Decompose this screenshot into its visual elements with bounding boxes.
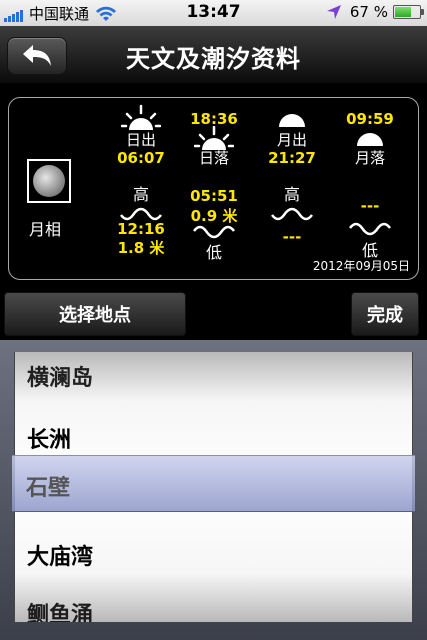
select-location-button[interactable]: 选择地点	[4, 292, 186, 336]
sunset-time: 18:36	[190, 110, 238, 128]
low-tide-2-wave-icon	[349, 222, 391, 236]
high-tide-time: 12:16	[117, 220, 165, 238]
navigation-bar: 天文及潮汐资料	[0, 26, 427, 84]
moonrise-icon	[279, 114, 305, 127]
picker-item[interactable]: 横澜岛	[27, 360, 93, 392]
high-tide-2-wave-icon	[271, 207, 313, 221]
moon-phase-label: 月相	[29, 220, 62, 239]
done-button[interactable]: 完成	[351, 292, 419, 336]
battery-icon	[393, 5, 424, 19]
sunrise-label: 日出	[125, 131, 156, 149]
toolbar: 选择地点 完成	[0, 280, 427, 340]
moonset-icon	[357, 133, 383, 146]
date-label: 2012年09月05日	[312, 259, 410, 273]
moonrise-time: 21:27	[268, 149, 316, 167]
picker-item[interactable]: 鲗鱼涌	[27, 597, 93, 622]
status-bar: 中国联通 13:47 67 %	[0, 0, 427, 26]
location-arrow-icon	[326, 5, 341, 19]
page-title: 天文及潮汐资料	[126, 45, 301, 73]
battery-percent: 67 %	[349, 3, 388, 21]
moonset-time: 09:59	[346, 110, 394, 128]
picker-selected-item[interactable]: 石壁	[26, 470, 70, 502]
sunset-label: 日落	[198, 149, 229, 167]
high-tide-2-label: 高	[283, 185, 300, 204]
high-tide-height: 1.8 米	[117, 239, 165, 257]
sunrise-time: 06:07	[117, 149, 165, 167]
picker-selection-bar[interactable]: 石壁	[12, 455, 415, 512]
picker-item[interactable]: 长洲	[27, 422, 71, 454]
moon-icon	[33, 165, 65, 197]
low-tide-height: 0.9 米	[190, 207, 238, 225]
picker-item[interactable]: 大庙湾	[27, 539, 93, 571]
high-tide-label: 高	[132, 185, 149, 204]
astronomy-tide-panel: 日出 06:07 18:36 日落 月出 21:27 09:59 月落 月相 高…	[8, 97, 419, 280]
low-tide-label: 低	[205, 243, 222, 262]
moonrise-label: 月出	[276, 131, 307, 149]
moon-phase-image	[27, 159, 71, 203]
low-tide-2-time: ---	[360, 197, 380, 215]
high-tide-2-time: ---	[282, 228, 302, 246]
low-tide-time: 05:51	[190, 187, 238, 205]
low-tide-wave-icon	[193, 225, 235, 239]
sunrise-icon	[121, 104, 161, 130]
moonset-label: 月落	[354, 149, 385, 167]
